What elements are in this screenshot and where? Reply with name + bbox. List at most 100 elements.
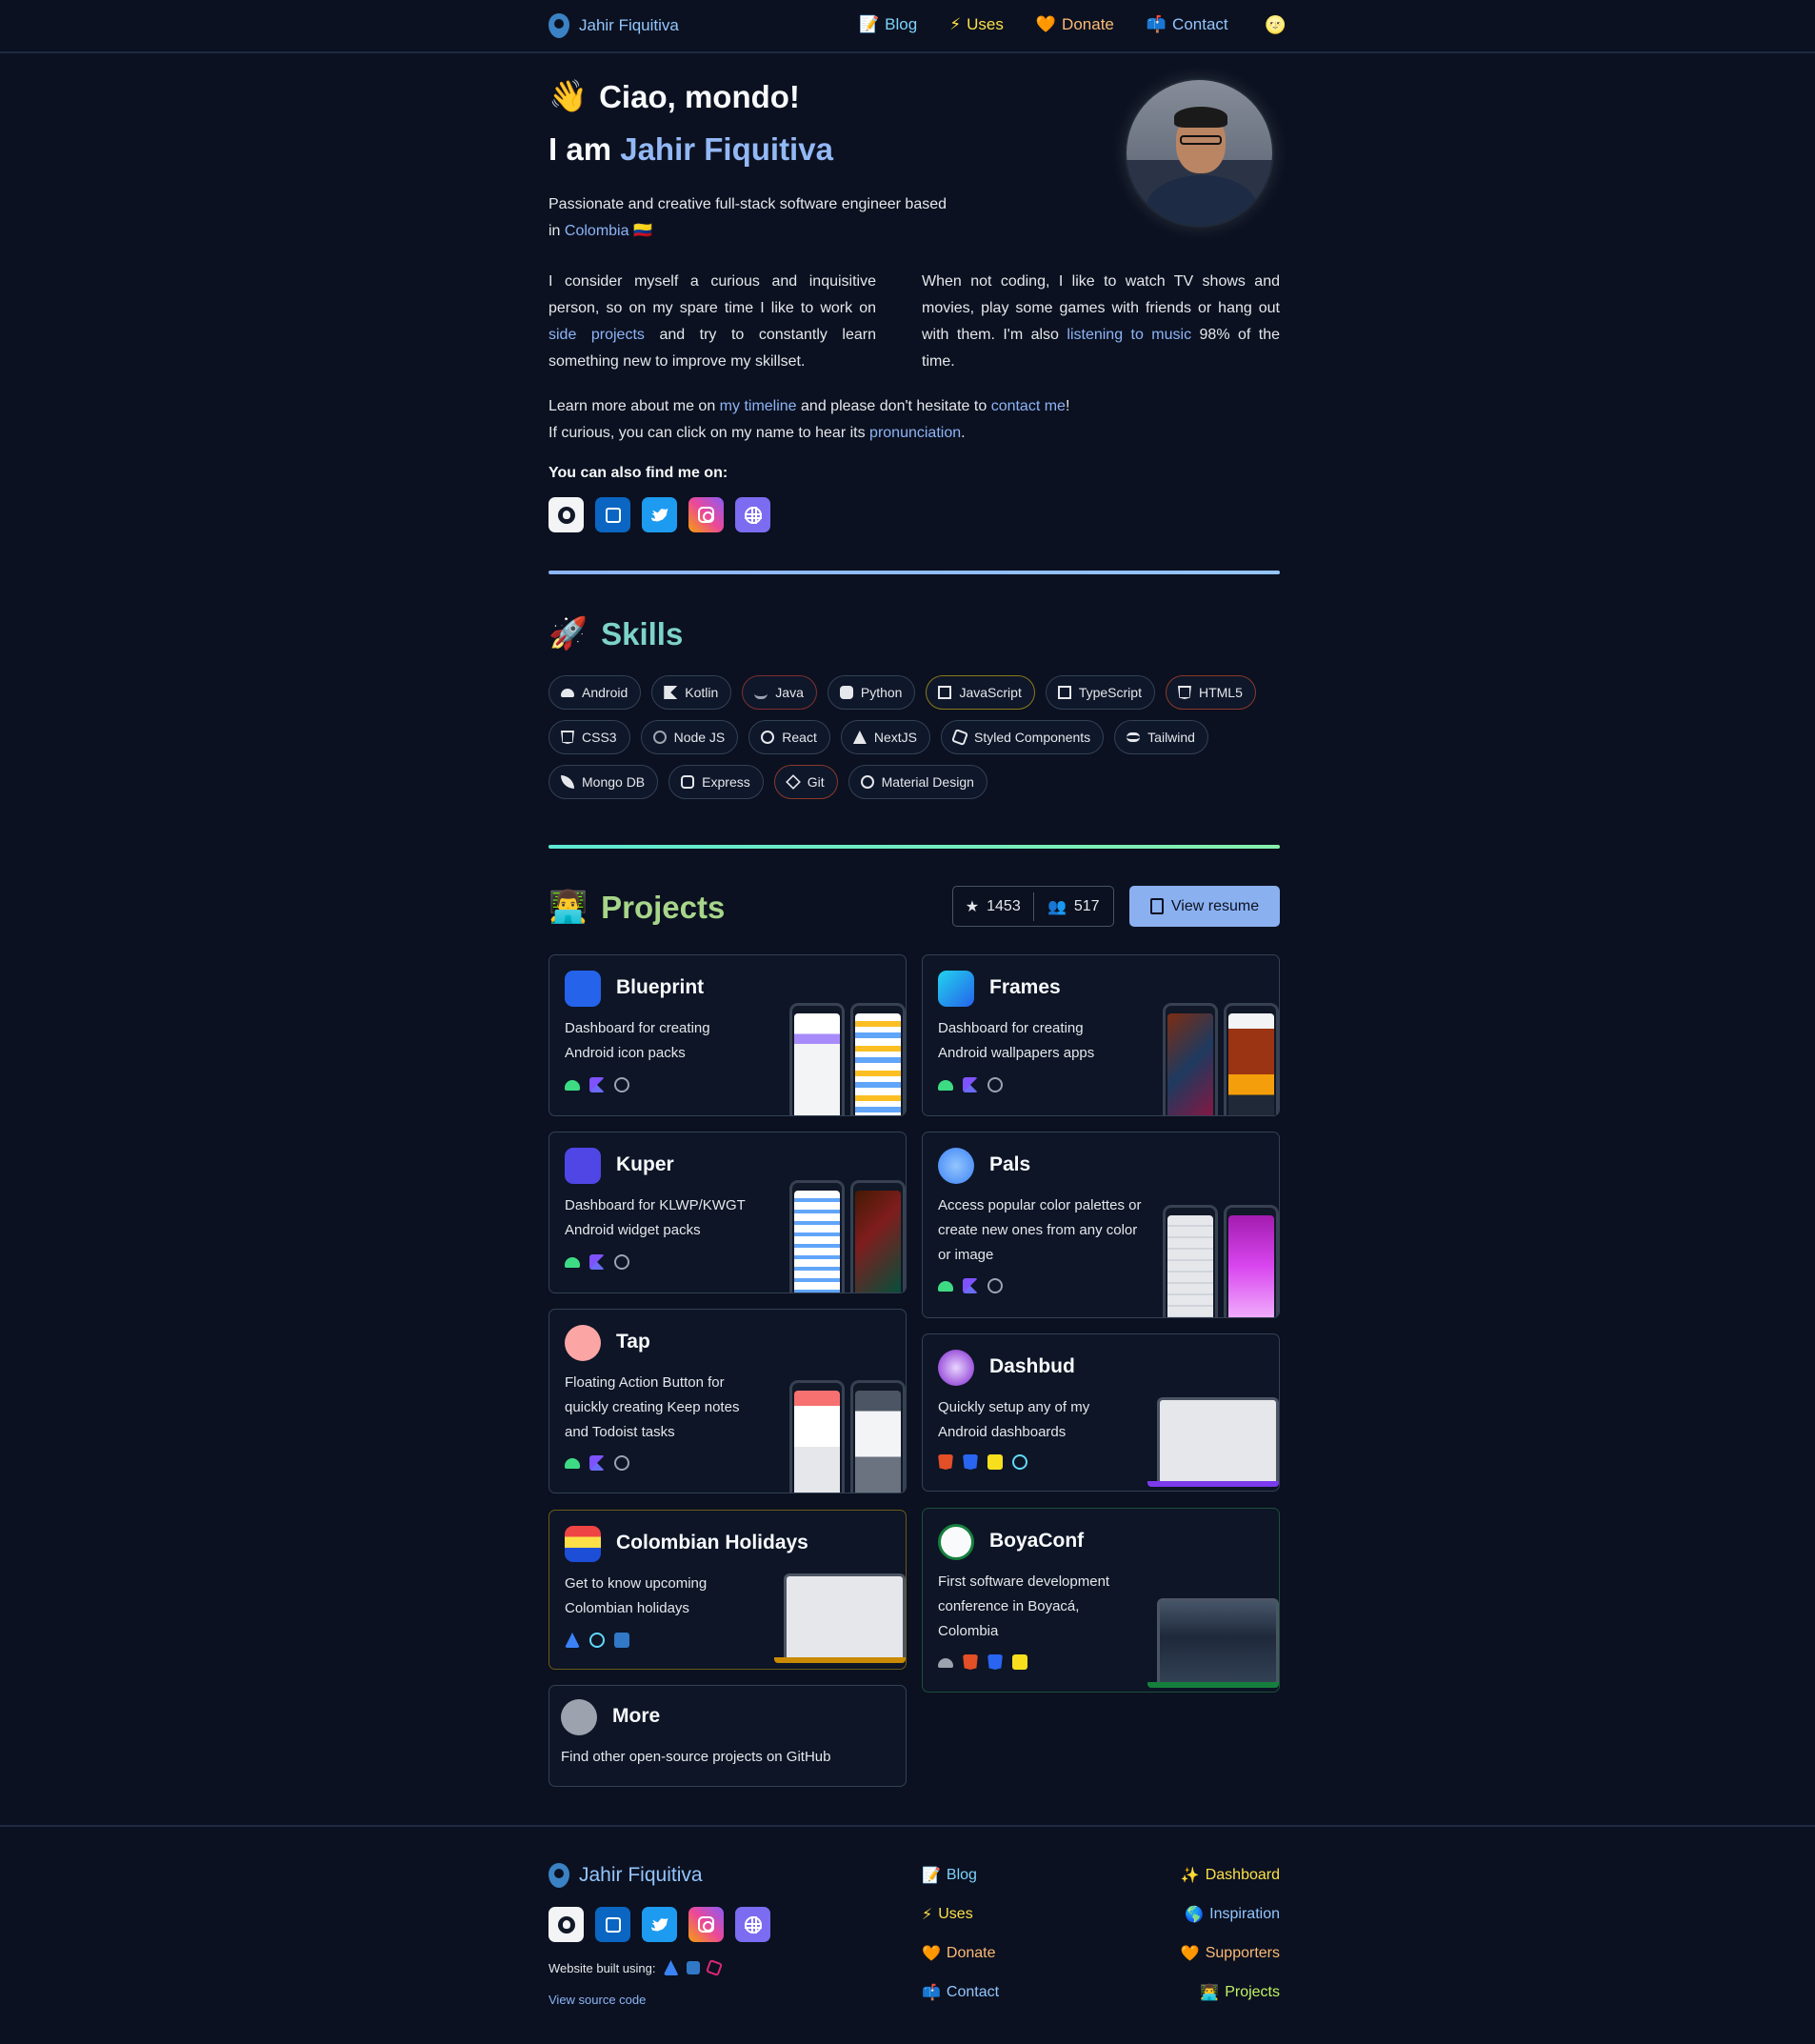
skill-chip-mongodb[interactable]: Mongo DB <box>548 765 659 799</box>
sparkles-icon: ✨ <box>1180 1868 1200 1884</box>
listening-to-music-link[interactable]: listening to music <box>1067 327 1191 343</box>
polywork-link[interactable] <box>735 497 770 532</box>
skill-chip-android[interactable]: Android <box>548 675 642 710</box>
footer-contact-link[interactable]: 📫 Contact <box>922 1982 999 2003</box>
footer-uses-link[interactable]: ⚡ Uses <box>922 1904 999 1925</box>
footer-projects-link[interactable]: 👨‍💻 Projects <box>1200 1982 1280 2003</box>
linkedin-icon <box>605 1916 621 1933</box>
project-card-more[interactable]: More Find other open-source projects on … <box>548 1685 907 1787</box>
skill-chip-styled-components[interactable]: Styled Components <box>940 720 1105 754</box>
footer-brand-link[interactable]: Jahir Fiquitiva <box>548 1863 703 1888</box>
skill-chip-nodejs[interactable]: Node JS <box>640 720 739 754</box>
colombia-link[interactable]: Colombia <box>565 223 629 239</box>
polywork-link[interactable] <box>735 1907 770 1942</box>
project-card-dashbud[interactable]: Dashbud Quickly setup any of my Android … <box>922 1333 1280 1492</box>
github-link[interactable] <box>548 1907 584 1942</box>
material-design-icon <box>614 1455 629 1471</box>
footer-inspiration-link[interactable]: 🌎 Inspiration <box>1185 1904 1280 1925</box>
linkedin-link[interactable] <box>595 1907 630 1942</box>
github-stats[interactable]: ★ 1453 👥 517 <box>952 886 1114 927</box>
kotlin-icon <box>963 1077 978 1092</box>
skill-chip-java[interactable]: Java <box>742 675 817 710</box>
nav-uses[interactable]: ⚡ Uses <box>949 15 1004 34</box>
nav-contact[interactable]: 📫 Contact <box>1147 15 1228 34</box>
nextjs-icon[interactable] <box>663 1960 679 1975</box>
skill-chip-html5[interactable]: HTML5 <box>1165 675 1256 710</box>
project-card-pals[interactable]: Pals Access popular color palettes or cr… <box>922 1132 1280 1318</box>
blueprint-app-icon <box>565 971 601 1007</box>
footer-dashboard-link[interactable]: ✨ Dashboard <box>1181 1865 1280 1886</box>
skill-chip-kotlin[interactable]: Kotlin <box>651 675 732 710</box>
community-icon <box>938 1658 953 1668</box>
instagram-icon <box>698 1916 714 1933</box>
contact-me-link[interactable]: contact me <box>991 398 1066 414</box>
kotlin-icon <box>589 1455 605 1471</box>
star-icon: ★ <box>965 898 980 915</box>
name-pronunciation-link[interactable]: Jahir Fiquitiva <box>620 131 833 167</box>
about-right-paragraph: When not coding, I like to watch TV show… <box>922 273 1281 370</box>
react-icon <box>761 731 775 744</box>
site-footer <box>0 1825 1815 2044</box>
skill-chip-git[interactable]: Git <box>773 765 838 799</box>
android-icon <box>938 1080 953 1091</box>
footer-donate-link[interactable]: 🧡 Donate <box>922 1943 999 1964</box>
linkedin-link[interactable] <box>595 497 630 532</box>
pronunciation-link[interactable]: pronunciation <box>869 425 961 441</box>
nav-blog[interactable]: 📝 Blog <box>859 15 917 34</box>
project-card-kuper[interactable]: Kuper Dashboard for KLWP/KWGT Android wi… <box>548 1132 907 1293</box>
project-card-blueprint[interactable]: Blueprint Dashboard for creating Android… <box>548 954 907 1116</box>
skill-chip-react[interactable]: React <box>748 720 830 754</box>
side-projects-link[interactable]: side projects <box>548 327 645 343</box>
view-source-link[interactable]: View source code <box>548 1993 646 2007</box>
project-card-tap[interactable]: Tap Floating Action Button for quickly c… <box>548 1309 907 1493</box>
material-design-icon <box>614 1254 629 1270</box>
styled-components-icon <box>951 729 968 746</box>
laptop-screenshot <box>1157 1397 1279 1481</box>
skill-chip-material-design[interactable]: Material Design <box>848 765 987 799</box>
kotlin-icon <box>589 1077 605 1092</box>
skill-chip-typescript[interactable]: TypeScript <box>1045 675 1155 710</box>
kotlin-icon <box>589 1254 605 1270</box>
app-screenshots <box>789 1380 906 1493</box>
skill-chip-javascript[interactable]: JavaScript <box>926 675 1035 710</box>
view-resume-button[interactable]: View resume <box>1129 886 1280 927</box>
twitter-link[interactable] <box>642 497 677 532</box>
twitter-icon <box>650 1917 668 1932</box>
styled-components-icon[interactable] <box>705 1959 723 1976</box>
tech-stack <box>938 1278 1003 1293</box>
skill-chip-python[interactable]: Python <box>827 675 916 710</box>
skill-chip-express[interactable]: Express <box>668 765 764 799</box>
footer-supporters-link[interactable]: 🧡 Supporters <box>1181 1943 1280 1964</box>
typescript-icon[interactable] <box>686 1961 700 1974</box>
nav-donate[interactable]: 🧡 Donate <box>1036 15 1114 34</box>
skill-chip-tailwind[interactable]: Tailwind <box>1114 720 1208 754</box>
material-design-icon <box>987 1077 1003 1092</box>
css3-icon <box>561 731 574 744</box>
mongodb-icon <box>561 775 574 789</box>
technologist-icon: 👨‍💻 <box>548 889 588 924</box>
linkedin-icon <box>605 507 621 523</box>
footer-blog-link[interactable]: 📝 Blog <box>922 1865 999 1886</box>
mailbox-icon: 📫 <box>922 1985 941 2001</box>
skill-chip-css3[interactable]: CSS3 <box>548 720 630 754</box>
project-card-boyaconf[interactable]: BoyaConf First software development conf… <box>922 1508 1280 1693</box>
stars-count: 1453 <box>987 897 1021 914</box>
project-card-frames[interactable]: Frames Dashboard for creating Android wa… <box>922 954 1280 1116</box>
tailwind-icon <box>1127 732 1141 742</box>
twitter-link[interactable] <box>642 1907 677 1942</box>
skill-chip-nextjs[interactable]: NextJS <box>840 720 930 754</box>
theme-toggle-button[interactable]: 🌝 <box>1265 15 1286 35</box>
polywork-icon <box>744 506 762 524</box>
project-card-colombian-holidays[interactable]: Colombian Holidays Get to know upcoming … <box>548 1510 907 1670</box>
python-icon <box>839 686 853 699</box>
kuper-app-icon <box>565 1148 601 1184</box>
calendar-app-icon <box>565 1526 601 1562</box>
timeline-link[interactable]: my timeline <box>720 398 797 414</box>
instagram-link[interactable] <box>688 1907 724 1942</box>
github-link[interactable] <box>548 497 584 532</box>
app-screenshots <box>789 1003 906 1115</box>
instagram-link[interactable] <box>688 497 724 532</box>
frames-app-icon <box>938 971 974 1007</box>
brand-link[interactable]: Jahir Fiquitiva <box>548 13 679 38</box>
app-screenshots <box>1163 1003 1279 1115</box>
